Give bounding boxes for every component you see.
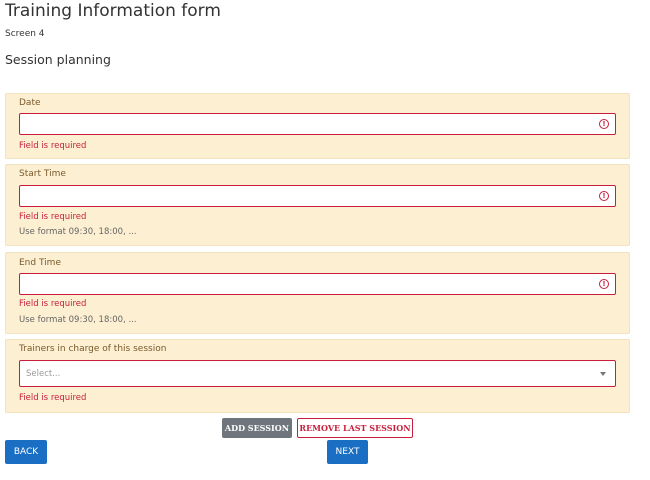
alert-circle-icon: !: [599, 279, 609, 289]
next-button[interactable]: NEXT: [327, 440, 368, 464]
trainers-select-placeholder: Select...: [26, 369, 61, 379]
start-time-label: Start Time: [19, 169, 66, 179]
date-label: Date: [19, 98, 41, 108]
trainers-select[interactable]: Select...: [19, 360, 616, 387]
start-time-field-group: Start Time ! Field is required Use forma…: [5, 164, 630, 246]
add-session-button[interactable]: ADD SESSION: [222, 418, 292, 438]
start-time-error: Field is required: [19, 212, 87, 222]
date-error: Field is required: [19, 141, 87, 151]
start-time-hint: Use format 09:30, 18:00, ...: [19, 227, 137, 237]
start-time-input[interactable]: !: [19, 185, 616, 207]
end-time-error: Field is required: [19, 299, 87, 309]
date-field-group: Date ! Field is required: [5, 93, 630, 159]
end-time-field-group: End Time ! Field is required Use format …: [5, 252, 630, 334]
page-title: Training Information form: [5, 1, 221, 21]
trainers-field-group: Trainers in charge of this session Selec…: [5, 339, 630, 413]
end-time-input[interactable]: !: [19, 273, 616, 295]
screen-label: Screen 4: [5, 29, 45, 39]
back-button[interactable]: BACK: [5, 440, 47, 464]
trainers-label: Trainers in charge of this session: [19, 344, 167, 354]
date-input[interactable]: !: [19, 113, 616, 135]
trainers-error: Field is required: [19, 393, 87, 403]
remove-last-session-button[interactable]: REMOVE LAST SESSION: [297, 418, 413, 438]
end-time-label: End Time: [19, 258, 61, 268]
section-title: Session planning: [5, 52, 111, 67]
alert-circle-icon: !: [599, 191, 609, 201]
alert-circle-icon: !: [599, 119, 609, 129]
end-time-hint: Use format 09:30, 18:00, ...: [19, 315, 137, 325]
chevron-down-icon[interactable]: [600, 372, 606, 376]
